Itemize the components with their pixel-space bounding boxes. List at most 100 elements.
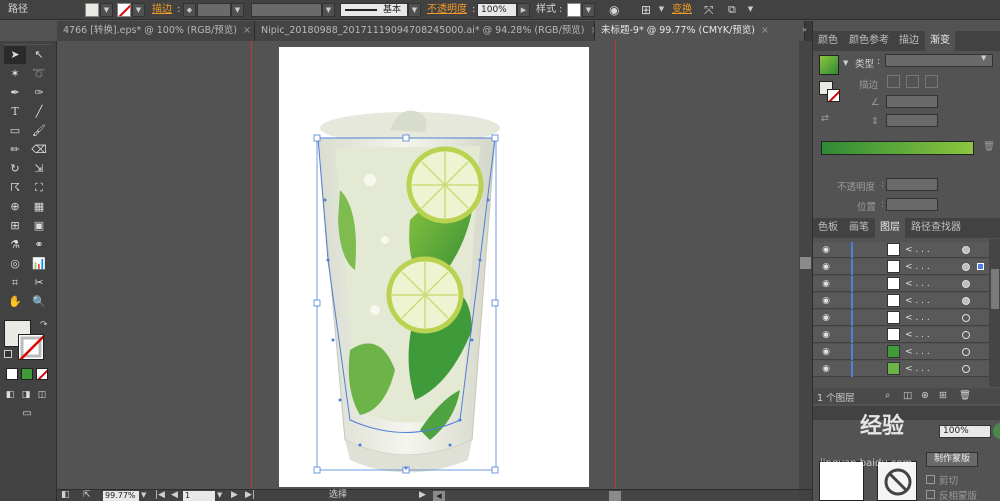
type-tool-icon[interactable]: T — [4, 103, 26, 121]
stroke-across-icon[interactable] — [925, 75, 938, 88]
opacity-arrow-icon[interactable]: ▶ — [517, 3, 530, 17]
gradient-type-dropdown-icon[interactable]: ▼ — [981, 54, 986, 62]
rotate-tool-icon[interactable]: ↻ — [4, 160, 26, 178]
opacity-label[interactable]: 不透明度 — [427, 0, 467, 20]
layer-row[interactable]: ◉ < . . . — [813, 259, 989, 275]
layer-row[interactable]: ◉ < . . . — [813, 293, 989, 309]
brush-dropdown-icon[interactable]: ▼ — [408, 3, 421, 17]
line-segment-tool-icon[interactable]: ╱ — [28, 103, 50, 121]
stop-opacity-field[interactable] — [886, 178, 938, 191]
stroke-weight-stepper-icon[interactable]: ◆ — [183, 3, 196, 17]
layer-row[interactable]: ◉ < . . . — [813, 242, 989, 258]
tab-gradient[interactable]: 渐变 — [925, 31, 955, 51]
zoom-tool-icon[interactable]: 🔍 — [28, 293, 50, 311]
warp-tool-icon[interactable]: ☈ — [4, 179, 26, 197]
layer-row[interactable]: ◉ < . . . — [813, 344, 989, 360]
layer-target-icon[interactable] — [962, 314, 970, 322]
last-artboard-icon[interactable]: ▶| — [245, 490, 255, 501]
close-icon[interactable]: × — [243, 25, 251, 36]
blend-tool-icon[interactable]: ⚭ — [28, 236, 50, 254]
tab-document-2[interactable]: Nipic_20180988_20171119094708245000.ai* … — [255, 21, 595, 41]
tab-color-guide[interactable]: 颜色参考 — [844, 31, 894, 51]
status-icon[interactable]: ◧ — [61, 490, 70, 501]
opacity-field[interactable]: 100% — [477, 3, 517, 17]
stroke-weight-dropdown-icon[interactable]: ▼ — [231, 3, 244, 17]
lasso-tool-icon[interactable]: ➰ — [28, 65, 50, 83]
arrange-icon[interactable]: ⧉ — [728, 0, 736, 20]
horizontal-scrollbar[interactable]: ◀ — [433, 491, 799, 501]
shape-builder-tool-icon[interactable]: ⊕ — [4, 198, 26, 216]
tab-overflow-icon[interactable]: » — [802, 25, 807, 34]
status-menu-icon[interactable]: ▶ — [419, 490, 426, 501]
reverse-gradient-icon[interactable]: ⇄ — [821, 113, 829, 124]
more-dropdown-icon[interactable]: ▼ — [744, 3, 757, 17]
gradient-type-select[interactable] — [885, 54, 993, 67]
none-mode-button[interactable] — [36, 368, 48, 380]
visibility-eye-icon[interactable]: ◉ — [819, 245, 833, 255]
draw-normal-icon[interactable]: ◧ — [2, 386, 18, 404]
stop-position-field[interactable] — [886, 198, 938, 211]
magic-wand-tool-icon[interactable]: ✶ — [4, 65, 26, 83]
fill-swatch[interactable] — [85, 3, 99, 17]
tab-stroke[interactable]: 描边 — [894, 31, 924, 51]
clipping-mask-icon[interactable]: ◫ — [903, 390, 912, 401]
previous-artboard-icon[interactable]: ◀ — [171, 490, 178, 501]
close-icon[interactable]: × — [761, 25, 769, 36]
export-icon[interactable]: ⇱ — [83, 490, 91, 501]
visibility-eye-icon[interactable]: ◉ — [819, 262, 833, 272]
selection-tool-icon[interactable]: ➤ — [4, 46, 26, 64]
default-colors-icon[interactable] — [4, 350, 12, 358]
visibility-eye-icon[interactable]: ◉ — [819, 347, 833, 357]
draw-behind-icon[interactable]: ◨ — [18, 386, 34, 404]
stroke-within-icon[interactable] — [887, 75, 900, 88]
vertical-scroll-thumb[interactable] — [800, 257, 811, 269]
mojito-illustration[interactable] — [300, 100, 515, 480]
layer-target-icon[interactable] — [962, 263, 970, 271]
stroke-weight-field[interactable] — [197, 3, 231, 17]
next-artboard-icon[interactable]: ▶ — [231, 490, 238, 501]
angle-field[interactable] — [886, 95, 938, 108]
artboard-tool-icon[interactable]: ⌗ — [4, 274, 26, 292]
pencil-tool-icon[interactable]: ✏ — [4, 141, 26, 159]
stroke-swatch[interactable] — [117, 3, 131, 17]
layer-target-icon[interactable] — [962, 297, 970, 305]
new-layer-icon[interactable]: ⊞ — [939, 390, 947, 401]
paintbrush-tool-icon[interactable]: 🖌 — [28, 122, 50, 140]
color-mode-button[interactable] — [6, 368, 18, 380]
gradient-tool-icon[interactable]: ▣ — [28, 217, 50, 235]
column-graph-tool-icon[interactable]: 📊 — [28, 255, 50, 273]
toolbar-grip[interactable] — [4, 41, 52, 45]
transform-label[interactable]: 变换 — [672, 0, 692, 20]
draw-inside-icon[interactable]: ◫ — [34, 386, 50, 404]
gradient-slider[interactable] — [821, 141, 974, 155]
first-artboard-icon[interactable]: |◀ — [155, 490, 165, 501]
zoom-field[interactable]: 99.77% — [103, 491, 139, 501]
pen-tool-icon[interactable]: ✒ — [4, 84, 26, 102]
align-dropdown-icon[interactable]: ▼ — [655, 3, 668, 17]
symbol-sprayer-tool-icon[interactable]: ◎ — [4, 255, 26, 273]
eyedropper-tool-icon[interactable]: ⚗ — [4, 236, 26, 254]
fill-dropdown-icon[interactable]: ▼ — [100, 3, 113, 17]
mesh-tool-icon[interactable]: ⊞ — [4, 217, 26, 235]
tab-pathfinder[interactable]: 路径查找器 — [906, 218, 966, 238]
direct-selection-tool-icon[interactable]: ↖ — [28, 46, 50, 64]
layers-scrollbar[interactable] — [989, 239, 1000, 387]
variable-width-dropdown-icon[interactable]: ▼ — [322, 3, 335, 17]
eraser-tool-icon[interactable]: ⌫ — [28, 141, 50, 159]
rectangle-tool-icon[interactable]: ▭ — [4, 122, 26, 140]
screen-mode-icon[interactable]: ▭ — [16, 405, 38, 423]
transparency-opacity-field[interactable]: 100% — [939, 425, 991, 438]
new-sublayer-icon[interactable]: ⊕ — [921, 390, 929, 401]
recolor-icon[interactable]: ◉ — [609, 0, 619, 20]
tab-document-3[interactable]: 未标题-9* @ 99.77% (CMYK/预览) × — [595, 21, 805, 41]
delete-stop-icon[interactable]: 🗑 — [983, 141, 995, 152]
swap-fill-stroke-icon[interactable]: ↷ — [40, 320, 48, 330]
layer-row[interactable]: ◉ < . . . — [813, 276, 989, 292]
aspect-ratio-field[interactable] — [886, 114, 938, 127]
stroke-along-icon[interactable] — [906, 75, 919, 88]
locate-object-icon[interactable]: ⌕ — [885, 390, 890, 401]
gradient-bar[interactable] — [822, 142, 973, 154]
layer-target-icon[interactable] — [962, 280, 970, 288]
delete-layer-icon[interactable]: 🗑 — [959, 390, 971, 401]
align-icon[interactable]: ⊞ — [641, 0, 651, 20]
